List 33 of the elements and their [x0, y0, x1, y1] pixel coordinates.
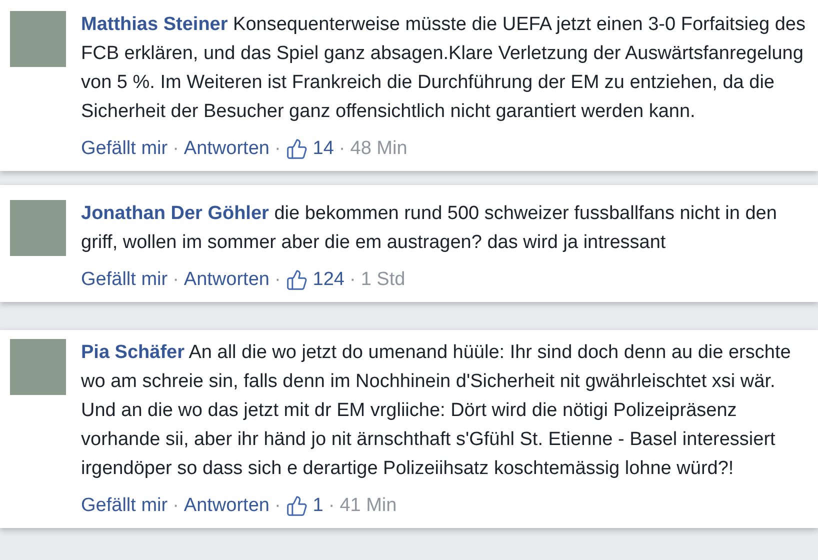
reply-link[interactable]: Antworten	[184, 134, 270, 163]
author-link[interactable]: Jonathan Der Göhler	[81, 203, 269, 224]
like-count: 124	[312, 268, 344, 292]
comment-time: 41 Min	[340, 494, 397, 518]
separator: ·	[172, 137, 179, 161]
separator: ·	[172, 268, 179, 292]
like-count: 14	[312, 137, 334, 161]
separator: ·	[274, 268, 281, 292]
comment-time: 48 Min	[350, 137, 408, 161]
separator: ·	[274, 494, 281, 518]
reply-link[interactable]: Antworten	[184, 491, 270, 520]
avatar-photo-placeholder	[10, 200, 66, 256]
separator: ·	[172, 494, 179, 518]
comment-text: Jonathan Der Göhler die bekommen rund 500 schweizer fussballfans nicht in den griff, wollen im sommer aber die em austragen? das wird ja intressant	[81, 202, 778, 255]
author-link[interactable]: Pia Schäfer	[81, 342, 184, 363]
comment-time: 1 Std	[360, 268, 406, 292]
separator: ·	[338, 137, 346, 161]
like-link[interactable]: Gefällt mir	[81, 265, 168, 294]
thumbs-up-icon	[286, 268, 308, 290]
avatar-photo-placeholder	[10, 11, 66, 67]
comment-text: Matthias Steiner Konsequenterweise müsste die UEFA jetzt einen 3-0 Forfaitsieg des FCB erklären, und das Spiel ganz absagen.Klare Verletzung der Auswärtsfanregelung von 5 %. Im Weiteren ist Frankreich die Durchführung der EM zu entziehen, da die Sicherheit der Besucher ganz offensichtlich nicht garantiert werden kann.	[81, 13, 806, 124]
like-link[interactable]: Gefällt mir	[81, 134, 168, 163]
thumbs-up-icon	[286, 138, 308, 160]
like-count: 1	[312, 494, 324, 518]
comment-text: Pia Schäfer An all die wo jetzt do umenand hüüle: Ihr sind doch denn au die erschte wo am schreie sin, falls denn im Nochhinein d'Sicherheit nit gwährleischtet xsi wär. Und an die wo das jetzt mit dr EM vrgliiche: Dört wird die nötigi Polizeipräsenz vorhande sii, aber ihr händ jo nit ärnschthaft s'Gfühl St. Etienne - Basel interessiert irgendöper so dass sich e derartige Polizeiihsatz koschtemässig lohne würd?!	[81, 341, 792, 481]
author-link[interactable]: Matthias Steiner	[81, 14, 228, 35]
reply-link[interactable]: Antworten	[184, 265, 270, 294]
like-link[interactable]: Gefällt mir	[81, 491, 168, 520]
separator: ·	[328, 494, 335, 518]
avatar-photo-placeholder	[10, 339, 66, 395]
separator: ·	[274, 137, 281, 161]
separator: ·	[349, 268, 356, 292]
thumbs-up-icon	[286, 494, 308, 516]
